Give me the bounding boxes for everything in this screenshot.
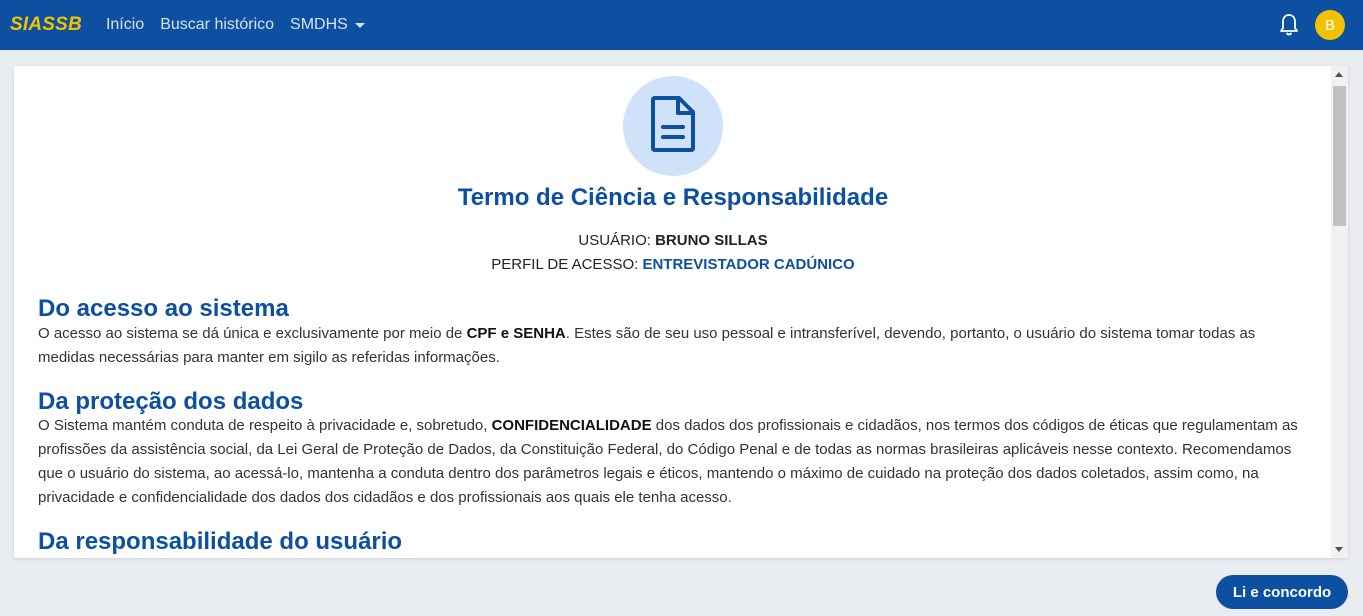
document-icon-circle bbox=[623, 76, 723, 176]
section-text-acesso: O acesso ao sistema se dá única e exclus… bbox=[38, 322, 1308, 370]
user-name: BRUNO SILLAS bbox=[655, 232, 768, 249]
avatar[interactable]: B bbox=[1315, 10, 1345, 40]
section-heading-protecao: Da proteção dos dados bbox=[38, 388, 304, 415]
profile-line: PERFIL DE ACESSO: ENTREVISTADOR CADÚNICO bbox=[38, 256, 1308, 273]
text-segment: O Sistema mantém conduta de respeito à p… bbox=[38, 417, 492, 434]
profile-value: ENTREVISTADOR CADÚNICO bbox=[642, 256, 855, 273]
top-navbar: SIASSB Início Buscar histórico SMDHS B bbox=[0, 0, 1363, 50]
text-bold: CONFIDENCIALIDADE bbox=[491, 417, 652, 434]
brand-logo[interactable]: SIASSB bbox=[10, 14, 82, 36]
nav-dropdown-smdhs-label: SMDHS bbox=[290, 16, 348, 33]
navbar-right: B bbox=[1279, 0, 1345, 50]
nav-dropdown-smdhs[interactable]: SMDHS bbox=[290, 16, 365, 34]
page-title: Termo de Ciência e Responsabilidade bbox=[457, 184, 889, 211]
section-heading-responsabilidade: Da responsabilidade do usuário bbox=[38, 528, 403, 555]
nav-link-buscar-historico[interactable]: Buscar histórico bbox=[160, 16, 274, 34]
bell-icon[interactable] bbox=[1279, 13, 1299, 37]
nav-link-inicio[interactable]: Início bbox=[106, 16, 144, 34]
terms-card: Termo de Ciência e Responsabilidade USUÁ… bbox=[14, 66, 1348, 558]
text-segment: O acesso ao sistema se dá única e exclus… bbox=[38, 325, 467, 342]
text-bold: CPF e SENHA bbox=[466, 325, 566, 342]
section-heading-acesso: Do acesso ao sistema bbox=[38, 295, 289, 322]
chevron-down-icon bbox=[354, 22, 365, 28]
profile-label: PERFIL DE ACESSO: bbox=[491, 256, 639, 273]
scrollbar[interactable] bbox=[1331, 66, 1348, 558]
user-label: USUÁRIO: bbox=[578, 232, 651, 249]
section-text-protecao: O Sistema mantém conduta de respeito à p… bbox=[38, 414, 1308, 510]
scrollbar-thumb[interactable] bbox=[1333, 86, 1346, 226]
user-line: USUÁRIO: BRUNO SILLAS bbox=[38, 232, 1308, 249]
scroll-down-icon[interactable] bbox=[1335, 547, 1343, 552]
agree-button[interactable]: Li e concordo bbox=[1216, 575, 1348, 609]
scroll-up-icon[interactable] bbox=[1335, 72, 1343, 77]
document-icon bbox=[649, 95, 697, 158]
